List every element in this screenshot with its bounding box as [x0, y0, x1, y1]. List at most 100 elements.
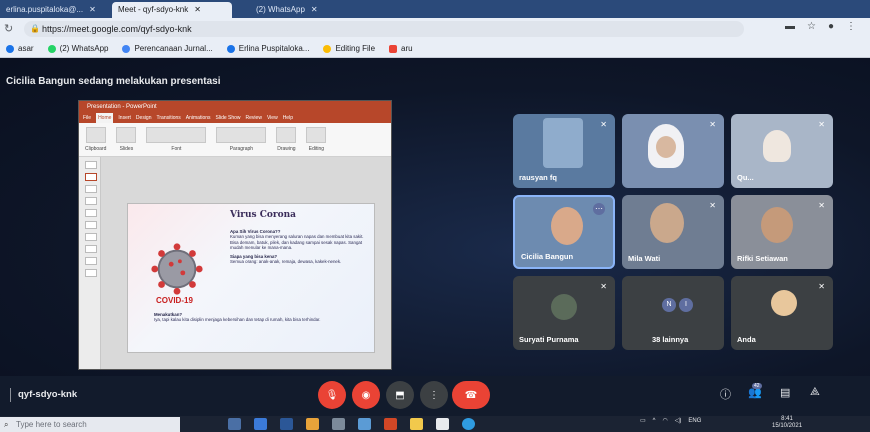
reload-icon[interactable]: ↻	[4, 22, 13, 35]
mic-toggle-button[interactable]: 🎙	[318, 381, 346, 409]
edge-icon[interactable]	[254, 418, 267, 430]
close-icon[interactable]: ✕	[89, 5, 96, 14]
participant-name: rausyan fq	[519, 173, 557, 182]
hangup-icon: ☎	[464, 389, 478, 401]
participant-tile-self[interactable]: ✕ Anda	[731, 276, 833, 350]
chrome-icon[interactable]	[462, 418, 475, 430]
app-icon[interactable]	[332, 418, 345, 430]
language-indicator[interactable]: ENG	[688, 418, 701, 424]
bookmark-item[interactable]: asar	[6, 44, 34, 53]
bookmark-item[interactable]: aru	[389, 44, 413, 53]
mic-off-icon: ✕	[818, 120, 825, 129]
more-avatars: N I	[662, 298, 693, 312]
slide-title: Virus Corona	[230, 210, 297, 220]
bookmark-label: Editing File	[335, 44, 376, 53]
bookmark-label: Erlina Puspitaloka...	[238, 44, 310, 53]
answer-1b: Bisa demam, batuk, pilek, dan kadang sam…	[230, 239, 363, 251]
url-text: https://meet.google.com/qyf-sdyo-knk	[42, 24, 192, 34]
meet-controls-bar: qyf-sdyo-knk 🎙 ◉ ⬒ ⋮ ☎ ⓘ 👥 42 ▤ ⟁	[0, 376, 870, 416]
present-button[interactable]: ⬒	[386, 381, 414, 409]
tab-meet[interactable]: Meet - qyf-sdyo-knk ✕	[112, 2, 232, 18]
participant-tile[interactable]: ✕ Qu...	[731, 114, 833, 188]
mic-off-icon: 🎙	[325, 389, 339, 401]
participant-name: Anda	[737, 335, 756, 344]
star-icon[interactable]: ☆	[807, 21, 816, 32]
ppt-ribbon: Clipboard Slides Font Paragraph Drawing …	[79, 123, 391, 157]
camera-toggle-button[interactable]: ◉	[352, 381, 380, 409]
participant-tile[interactable]: ✕ Rifki Setiawan	[731, 195, 833, 269]
clock-date: 15/10/2021	[772, 423, 803, 429]
participant-face	[656, 136, 676, 158]
close-icon[interactable]: ✕	[194, 5, 201, 14]
participant-tile[interactable]: ✕ Suryati Purnama	[513, 276, 615, 350]
chevron-up-icon[interactable]: ^	[653, 418, 656, 424]
word-icon[interactable]	[280, 418, 293, 430]
taskbar-search[interactable]: ⌕ Type here to search	[0, 417, 180, 432]
bookmarks-bar: asar (2) WhatsApp Perencanaan Jurnal... …	[0, 40, 870, 58]
mic-off-icon: ✕	[818, 201, 825, 210]
shared-screen: Presentation - PowerPoint File Home Insert…	[78, 100, 392, 370]
more-icon: ⋮	[429, 389, 439, 401]
more-options-button[interactable]: ⋮	[420, 381, 448, 409]
bookmark-item[interactable]: (2) WhatsApp	[47, 44, 109, 53]
leave-call-button[interactable]: ☎	[452, 381, 490, 409]
bookmark-item[interactable]: Perencanaan Jurnal...	[122, 44, 213, 53]
menu-icon[interactable]: ⋮	[846, 21, 856, 32]
participant-name: Mila Wati	[628, 254, 661, 263]
answer-2: Semua orang: anak-anak, remaja, dewasa, …	[230, 259, 342, 265]
participant-name: Rifki Setiawan	[737, 254, 788, 263]
bookmark-label: aru	[401, 44, 413, 53]
participant-video	[761, 207, 793, 243]
bookmark-label: (2) WhatsApp	[59, 44, 109, 53]
virus-icon	[151, 243, 203, 295]
drawing-icon	[276, 127, 297, 143]
url-field[interactable]: 🔒 https://meet.google.com/qyf-sdyo-knk	[24, 21, 744, 37]
app-icon[interactable]	[358, 418, 371, 430]
tab-email[interactable]: erlina.puspitaloka@... ✕	[0, 2, 108, 18]
firefox-icon[interactable]	[306, 418, 319, 430]
tab-label: Meet - qyf-sdyo-knk	[118, 5, 189, 14]
task-view-icon[interactable]	[228, 418, 241, 430]
close-icon[interactable]: ✕	[311, 5, 318, 14]
bookmark-item[interactable]: Erlina Puspitaloka...	[226, 44, 310, 53]
participant-video	[543, 118, 583, 168]
participant-name: Suryati Purnama	[519, 335, 579, 344]
participant-name: Cicilia Bangun	[521, 252, 574, 261]
mic-off-icon: ✕	[709, 201, 716, 210]
meet-stage: Cicilia Bangun sedang melakukan presenta…	[0, 58, 870, 376]
mic-off-icon: ✕	[600, 282, 607, 291]
participant-video	[551, 207, 583, 245]
participant-tile[interactable]: ✕ Mila Wati	[622, 195, 724, 269]
editing-icon	[306, 127, 327, 143]
explorer-icon[interactable]	[410, 418, 423, 430]
tab-whatsapp[interactable]: (2) WhatsApp ✕	[250, 2, 360, 18]
battery-icon[interactable]: ▭	[640, 417, 646, 424]
participant-tile-presenter[interactable]: ⋯ Cicilia Bangun	[513, 195, 615, 269]
activities-icon[interactable]: ⟁	[810, 386, 820, 399]
participant-tile[interactable]: ✕	[622, 114, 724, 188]
extension-icon[interactable]: ▬	[785, 21, 795, 32]
store-icon[interactable]	[436, 418, 449, 430]
people-button[interactable]: 👥 42	[748, 383, 762, 399]
wifi-icon[interactable]: ◠	[663, 417, 668, 424]
mic-off-icon: ✕	[600, 120, 607, 129]
bookmark-icon	[323, 44, 332, 53]
browser-tab-bar: erlina.puspitaloka@... ✕ Meet - qyf-sdyo-…	[0, 0, 870, 18]
presenting-banner: Cicilia Bangun sedang melakukan presenta…	[6, 76, 221, 87]
mic-off-icon: ✕	[818, 282, 825, 291]
participant-tile[interactable]: ✕ rausyan fq	[513, 114, 615, 188]
profile-icon[interactable]: ●	[828, 21, 834, 32]
info-icon[interactable]: ⓘ	[720, 386, 731, 402]
ppt-title-bar: Presentation - PowerPoint	[79, 101, 391, 113]
ppt-ribbon-tabs: File Home Insert Design Transitions Animation…	[79, 113, 391, 123]
chat-icon[interactable]: ▤	[780, 386, 790, 399]
avatar: I	[679, 298, 693, 312]
volume-icon[interactable]: ◁)	[675, 417, 682, 424]
clock-time: 8:41	[781, 416, 793, 422]
participant-name: 38 lainnya	[652, 335, 689, 344]
participant-tile-more[interactable]: N I 38 lainnya	[622, 276, 724, 350]
bookmark-item[interactable]: Editing File	[323, 44, 375, 53]
taskbar-clock[interactable]: 8:41 15/10/2021	[772, 416, 802, 430]
paste-icon	[85, 127, 106, 143]
powerpoint-icon[interactable]	[384, 418, 397, 430]
